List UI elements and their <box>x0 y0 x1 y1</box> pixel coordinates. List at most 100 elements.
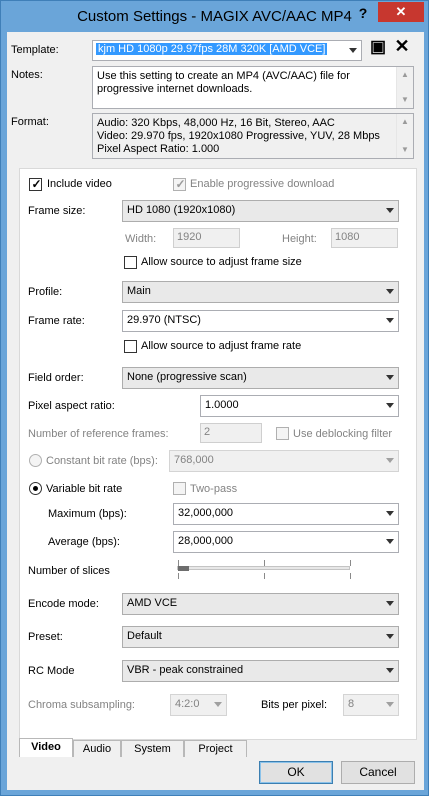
slider-tick <box>264 573 265 579</box>
preset-dropdown[interactable]: Default <box>122 626 399 648</box>
allow-frame-rate-checkbox[interactable] <box>124 340 137 353</box>
scroll-up-icon[interactable]: ▲ <box>397 67 413 83</box>
notes-line-1: Use this setting to create an MP4 (AVC/A… <box>97 70 350 82</box>
dialog-client: Template: kjm HD 1080p 29.97fps 28M 320K… <box>7 32 424 790</box>
chevron-down-icon <box>386 539 394 544</box>
delete-template-icon[interactable]: ✕ <box>393 37 411 55</box>
chevron-down-icon <box>386 601 394 606</box>
cbr-value: 768,000 <box>174 454 214 466</box>
scroll-down-icon[interactable]: ▼ <box>397 92 413 108</box>
pixel-aspect-combo[interactable]: 1.0000 <box>200 395 399 417</box>
notes-textarea[interactable]: Use this setting to create an MP4 (AVC/A… <box>92 66 414 109</box>
encode-mode-label: Encode mode: <box>28 598 99 610</box>
template-value: kjm HD 1080p 29.97fps 28M 320K [AMD VCE] <box>96 43 328 55</box>
chevron-down-icon <box>386 403 394 408</box>
chevron-down-icon <box>386 511 394 516</box>
format-scrollbar[interactable]: ▲ ▼ <box>396 114 413 158</box>
chevron-down-icon <box>386 289 394 294</box>
chevron-down-icon <box>386 375 394 380</box>
chevron-down-icon <box>386 634 394 639</box>
frame-rate-label: Frame rate: <box>28 315 85 327</box>
rc-mode-value: VBR - peak constrained <box>127 664 244 676</box>
field-order-label: Field order: <box>28 372 84 384</box>
pixel-aspect-value: 1.0000 <box>205 399 239 411</box>
average-value: 28,000,000 <box>178 535 234 547</box>
ref-frames-field[interactable]: 2 <box>200 423 262 443</box>
template-label: Template: <box>11 44 59 56</box>
profile-dropdown[interactable]: Main <box>122 281 399 303</box>
format-line-3: Pixel Aspect Ratio: 1.000 <box>97 143 220 155</box>
radio-dot-icon <box>33 486 38 491</box>
help-button[interactable]: ? <box>354 5 372 23</box>
dialog-window: Custom Settings - MAGIX AVC/AAC MP4 ? ✕ … <box>0 0 429 796</box>
chevron-down-icon <box>214 702 222 707</box>
template-combo[interactable]: kjm HD 1080p 29.97fps 28M 320K [AMD VCE] <box>92 40 362 61</box>
title-bar[interactable]: Custom Settings - MAGIX AVC/AAC MP4 ? ✕ <box>1 1 428 33</box>
field-order-dropdown[interactable]: None (progressive scan) <box>122 367 399 389</box>
slices-slider[interactable] <box>177 566 350 570</box>
slices-slider-thumb[interactable] <box>178 566 189 571</box>
bits-per-pixel-combo[interactable]: 8 <box>343 694 399 716</box>
bits-per-pixel-value: 8 <box>348 698 355 710</box>
average-label: Average (bps): <box>48 536 120 548</box>
frame-rate-combo[interactable]: 29.970 (NTSC) <box>122 310 399 332</box>
field-order-value: None (progressive scan) <box>127 371 247 383</box>
include-video-label: Include video <box>47 178 112 190</box>
tab-audio[interactable]: Audio <box>73 740 121 757</box>
slider-tick <box>178 573 179 579</box>
rc-mode-dropdown[interactable]: VBR - peak constrained <box>122 660 399 682</box>
two-pass-label: Two-pass <box>190 483 238 495</box>
width-field[interactable]: 1920 <box>173 228 240 248</box>
format-line-1: Audio: 320 Kbps, 48,000 Hz, 16 Bit, Ster… <box>97 117 335 129</box>
profile-label: Profile: <box>28 286 63 298</box>
close-button[interactable]: ✕ <box>378 2 424 22</box>
frame-size-dropdown[interactable]: HD 1080 (1920x1080) <box>122 200 399 222</box>
cancel-button[interactable]: Cancel <box>341 761 415 784</box>
chroma-combo[interactable]: 4:2:0 <box>170 694 227 716</box>
format-summary: Audio: 320 Kbps, 48,000 Hz, 16 Bit, Ster… <box>92 113 414 159</box>
height-label: Height: <box>282 233 317 245</box>
include-video-checkbox[interactable]: ✓ <box>29 177 42 191</box>
cbr-combo[interactable]: 768,000 <box>169 450 399 472</box>
deblocking-checkbox[interactable] <box>276 427 289 440</box>
preset-label: Preset: <box>28 631 63 643</box>
ok-button[interactable]: OK <box>259 761 333 784</box>
frame-size-value: HD 1080 (1920x1080) <box>127 204 236 216</box>
slider-tick <box>350 573 351 579</box>
vbr-radio[interactable] <box>29 482 42 495</box>
tab-video[interactable]: Video <box>19 738 73 757</box>
chevron-down-icon <box>349 47 357 53</box>
maximum-combo[interactable]: 32,000,000 <box>173 503 399 525</box>
scroll-up-icon[interactable]: ▲ <box>397 114 413 130</box>
slider-tick <box>350 560 351 566</box>
encode-mode-dropdown[interactable]: AMD VCE <box>122 593 399 615</box>
scroll-down-icon[interactable]: ▼ <box>397 142 413 158</box>
chroma-label: Chroma subsampling: <box>28 699 135 711</box>
tab-system[interactable]: System <box>121 740 184 757</box>
format-line-2: Video: 29.970 fps, 1920x1080 Progressive… <box>97 130 380 142</box>
chevron-down-icon <box>386 208 394 213</box>
cbr-radio[interactable] <box>29 454 42 467</box>
profile-value: Main <box>127 285 151 297</box>
two-pass-checkbox[interactable] <box>173 482 186 495</box>
pixel-aspect-label: Pixel aspect ratio: <box>28 400 115 412</box>
checkmark-icon: ✓ <box>175 177 186 191</box>
average-combo[interactable]: 28,000,000 <box>173 531 399 553</box>
slider-tick <box>264 560 265 566</box>
frame-size-label: Frame size: <box>28 205 86 217</box>
rc-mode-label: RC Mode <box>28 665 75 677</box>
frame-rate-value: 29.970 (NTSC) <box>127 314 201 326</box>
progressive-download-checkbox[interactable]: ✓ <box>173 177 186 191</box>
height-field[interactable]: 1080 <box>331 228 398 248</box>
allow-frame-rate-label: Allow source to adjust frame rate <box>141 340 302 352</box>
cbr-label: Constant bit rate (bps): <box>46 455 158 467</box>
notes-scrollbar[interactable]: ▲ ▼ <box>396 67 413 108</box>
save-template-icon[interactable]: ▣ <box>369 38 387 55</box>
chevron-down-icon <box>386 458 394 463</box>
ref-frames-label: Number of reference frames: <box>28 428 169 440</box>
deblocking-label: Use deblocking filter <box>293 428 393 440</box>
tab-project[interactable]: Project <box>184 740 247 757</box>
slices-label: Number of slices <box>28 565 110 577</box>
allow-frame-size-checkbox[interactable] <box>124 256 137 269</box>
notes-line-2: progressive internet downloads. <box>97 83 253 95</box>
